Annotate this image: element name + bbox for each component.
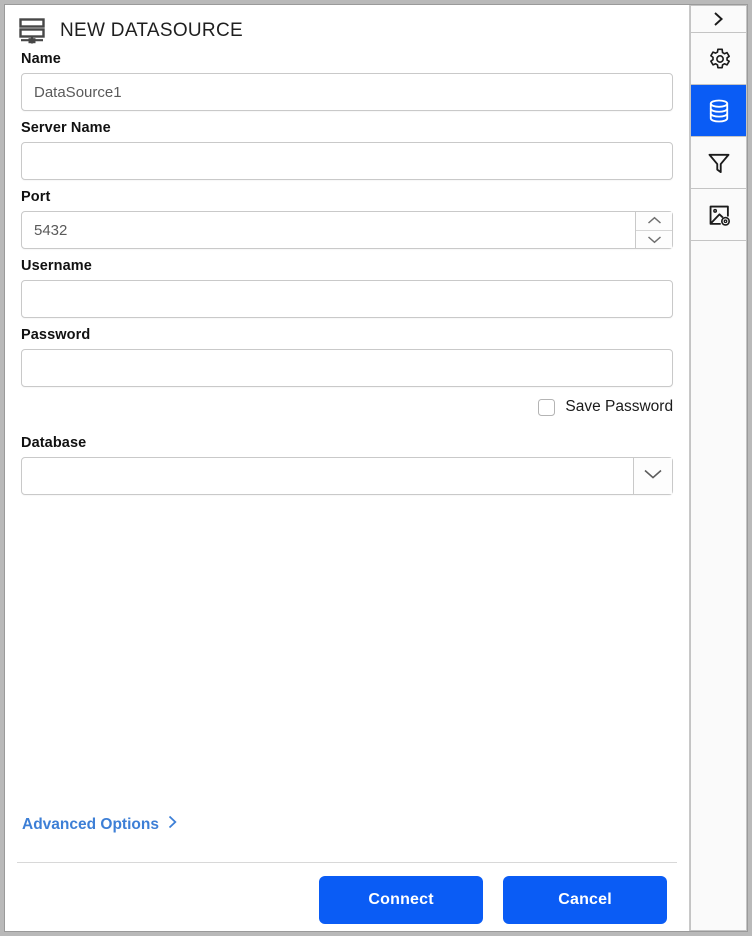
cancel-button[interactable]: Cancel	[503, 876, 668, 924]
port-input-shell[interactable]	[21, 211, 674, 249]
advanced-options-label: Advanced Options	[22, 815, 159, 833]
funnel-icon	[706, 150, 732, 176]
gear-icon	[706, 46, 732, 72]
datasource-form: Name Server Name Port	[5, 51, 689, 495]
rail-tab-datasource[interactable]	[691, 85, 746, 136]
name-input[interactable]	[22, 74, 673, 110]
database-icon	[706, 98, 732, 124]
rail-tab-filters[interactable]	[691, 137, 746, 188]
chevron-right-icon	[713, 11, 724, 27]
port-input[interactable]	[22, 212, 636, 248]
database-dropdown-button[interactable]	[633, 458, 673, 494]
footer-divider	[17, 862, 678, 863]
port-stepper[interactable]	[635, 212, 673, 248]
field-name: Name	[21, 51, 674, 111]
panel-header: NEW DATASOURCE	[5, 5, 689, 43]
port-increment-button[interactable]	[636, 212, 673, 231]
chevron-up-icon	[647, 216, 662, 225]
field-port: Port	[21, 189, 674, 249]
rail-tab-expand-panel[interactable]	[691, 6, 746, 32]
server-name-input-shell[interactable]	[21, 142, 674, 180]
field-server-name: Server Name	[21, 120, 674, 180]
label-password: Password	[21, 327, 91, 343]
name-input-shell[interactable]	[21, 73, 674, 111]
password-input[interactable]	[22, 350, 673, 386]
save-password-label: Save Password	[565, 398, 674, 415]
label-server-name: Server Name	[21, 120, 111, 136]
footer-actions: Connect Cancel	[5, 876, 689, 924]
save-password-row[interactable]: Save Password	[21, 398, 673, 416]
page-title: NEW DATASOURCE	[60, 19, 243, 41]
database-select-shell[interactable]	[21, 457, 674, 495]
password-input-shell[interactable]	[21, 349, 674, 387]
server-name-input[interactable]	[22, 143, 673, 179]
datasource-stack-icon	[18, 17, 46, 45]
database-input[interactable]	[22, 458, 634, 494]
rail-tab-settings[interactable]	[691, 33, 746, 84]
username-input-shell[interactable]	[21, 280, 674, 318]
username-input[interactable]	[22, 281, 673, 317]
main-panel: NEW DATASOURCE Name Server Name Port	[5, 5, 691, 931]
chevron-right-icon	[168, 815, 177, 834]
connect-button[interactable]: Connect	[319, 876, 484, 924]
chevron-down-icon	[643, 467, 663, 485]
port-decrement-button[interactable]	[636, 230, 673, 248]
image-gear-icon	[706, 202, 732, 228]
label-database: Database	[21, 435, 87, 451]
label-port: Port	[21, 189, 51, 205]
right-rail	[690, 5, 747, 931]
field-database: Database	[21, 435, 674, 495]
save-password-checkbox[interactable]	[538, 398, 556, 416]
rail-empty-area	[691, 241, 746, 930]
label-name: Name	[21, 51, 61, 67]
rail-tab-image-settings[interactable]	[691, 189, 746, 240]
new-datasource-window: NEW DATASOURCE Name Server Name Port	[4, 4, 748, 932]
field-username: Username	[21, 258, 674, 318]
chevron-down-icon	[647, 235, 662, 244]
advanced-options-link[interactable]: Advanced Options	[22, 815, 177, 834]
label-username: Username	[21, 258, 92, 274]
field-password: Password	[21, 327, 674, 387]
